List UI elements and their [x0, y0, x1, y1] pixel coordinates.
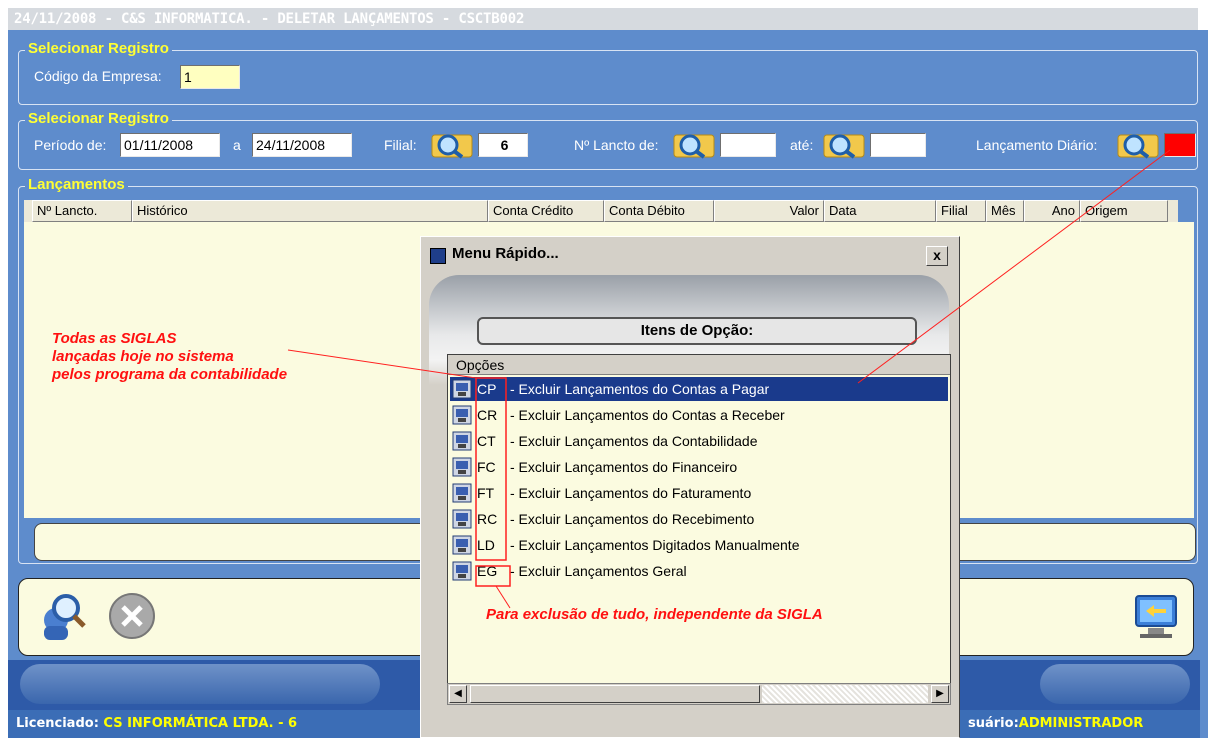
option-desc: - Excluir Lançamentos da Contabilidade: [510, 433, 758, 449]
option-row-cr[interactable]: CR - Excluir Lançamentos do Contas a Rece…: [450, 403, 948, 427]
col-nlancto[interactable]: Nº Lancto.: [32, 200, 132, 222]
periodo-ate-field[interactable]: 24/11/2008: [252, 133, 352, 157]
option-row-cp[interactable]: CP - Excluir Lançamentos do Contas a Paga…: [450, 377, 948, 401]
empresa-label: Código da Empresa:: [34, 68, 162, 84]
col-filial[interactable]: Filial: [936, 200, 986, 222]
option-desc: - Excluir Lançamentos do Contas a Recebe…: [510, 407, 785, 423]
annotation-siglas: Todas as SIGLAS lançadas hoje no sistema…: [52, 330, 287, 384]
filial-lookup-icon[interactable]: [430, 131, 476, 159]
option-row-ct[interactable]: CT - Excluir Lançamentos da Contabilidade: [450, 429, 948, 453]
licenciado-value: CS INFORMÁTICA LTDA. - 6: [103, 716, 298, 731]
usuario-value: ADMINISTRADOR: [1018, 716, 1144, 731]
annotation-siglas-line1: Todas as SIGLAS: [52, 330, 177, 347]
periodo-label: Período de:: [34, 137, 107, 153]
col-origem[interactable]: Origem: [1080, 200, 1168, 222]
annotation-siglas-line3: pelos programa da contabilidade: [52, 366, 288, 383]
option-desc: - Excluir Lançamentos do Faturamento: [510, 485, 752, 501]
col-ano[interactable]: Ano: [1024, 200, 1080, 222]
options-list[interactable]: Opções CP - Excluir Lançamentos do Contas…: [447, 354, 951, 694]
lancamento-diario-lookup-icon[interactable]: [1116, 131, 1162, 159]
scroll-track[interactable]: [762, 685, 928, 703]
licenciado-label: Licenciado:: [16, 716, 99, 731]
licenciado-status: Licenciado: CS INFORMÁTICA LTDA. - 6: [16, 710, 297, 738]
option-code: CR: [477, 407, 498, 423]
periodo-de-field[interactable]: 01/11/2008: [120, 133, 220, 157]
annotation-exclusao: Para exclusão de tudo, independente da S…: [486, 606, 823, 623]
option-desc: - Excluir Lançamentos do Contas a Pagar: [510, 381, 770, 397]
window-title: 24/11/2008 - C&S INFORMATICA. - DELETAR …: [8, 8, 1198, 30]
scroll-left-button[interactable]: ◀: [449, 685, 467, 703]
empresa-field[interactable]: 1: [180, 65, 240, 89]
col-conta-debito[interactable]: Conta Débito: [604, 200, 714, 222]
option-desc: - Excluir Lançamentos do Financeiro: [510, 459, 738, 475]
band-decoration-right: [1040, 664, 1190, 704]
options-caption: Itens de Opção:: [477, 317, 917, 345]
group-filtro-legend: Selecionar Registro: [25, 110, 172, 128]
usuario-status: suário:ADMINISTRADOR: [968, 710, 1143, 738]
close-button[interactable]: x: [926, 246, 948, 266]
option-icon: [452, 379, 472, 399]
scroll-right-button[interactable]: ▶: [931, 685, 949, 703]
col-conta-credito[interactable]: Conta Crédito: [488, 200, 604, 222]
group-empresa-legend: Selecionar Registro: [25, 40, 172, 58]
option-row-fc[interactable]: FC - Excluir Lançamentos do Financeiro: [450, 455, 948, 479]
horizontal-scrollbar[interactable]: ◀ ▶: [447, 683, 951, 705]
option-icon: [452, 561, 472, 581]
scroll-thumb[interactable]: [470, 685, 760, 703]
option-icon: [452, 483, 472, 503]
option-code: RC: [477, 511, 498, 527]
group-lancamentos-legend: Lançamentos: [25, 176, 128, 194]
ate-lookup-icon[interactable]: [822, 131, 868, 159]
usuario-label: suário:: [968, 716, 1019, 731]
option-code: FC: [477, 459, 496, 475]
filial-field[interactable]: 6: [478, 133, 528, 157]
lancto-de-field[interactable]: [720, 133, 776, 157]
cancel-button[interactable]: [106, 590, 158, 642]
lancto-de-lookup-icon[interactable]: [672, 131, 718, 159]
option-icon: [452, 457, 472, 477]
option-icon: [452, 405, 472, 425]
app-icon: [430, 248, 446, 264]
grid-header: Nº Lancto. Histórico Conta Crédito Conta…: [24, 200, 1178, 222]
lancamento-diario-field[interactable]: [1164, 133, 1196, 157]
option-desc: - Excluir Lançamentos Geral: [510, 563, 687, 579]
col-valor[interactable]: Valor: [714, 200, 824, 222]
option-desc: - Excluir Lançamentos Digitados Manualme…: [510, 537, 800, 553]
lancto-de-label: Nº Lancto de:: [574, 137, 659, 153]
filial-label: Filial:: [384, 137, 417, 153]
menu-rapido-dialog: Menu Rápido... x Itens de Opção: Opções …: [420, 236, 960, 738]
col-mes[interactable]: Mês: [986, 200, 1024, 222]
option-icon: [452, 535, 472, 555]
col-historico[interactable]: Histórico: [132, 200, 488, 222]
option-code: CT: [477, 433, 496, 449]
exit-computer-button[interactable]: [1130, 590, 1182, 642]
annotation-siglas-line2: lançadas hoje no sistema: [52, 348, 234, 365]
option-desc: - Excluir Lançamentos do Recebimento: [510, 511, 755, 527]
option-code: FT: [477, 485, 495, 501]
option-code: EG: [477, 563, 498, 579]
ate-label: até:: [790, 137, 814, 153]
a-label: a: [233, 137, 241, 153]
option-row-ft[interactable]: FT - Excluir Lançamentos do Faturamento: [450, 481, 948, 505]
search-user-button[interactable]: [36, 590, 88, 642]
option-icon: [452, 431, 472, 451]
ate-field[interactable]: [870, 133, 926, 157]
options-list-header[interactable]: Opções: [448, 355, 950, 375]
band-decoration-left: [20, 664, 380, 704]
col-data[interactable]: Data: [824, 200, 936, 222]
option-row-ld[interactable]: LD - Excluir Lançamentos Digitados Manual…: [450, 533, 948, 557]
option-row-eg[interactable]: EG - Excluir Lançamentos Geral: [450, 559, 948, 583]
dialog-title: Menu Rápido...: [452, 245, 559, 262]
option-row-rc[interactable]: RC - Excluir Lançamentos do Recebimento: [450, 507, 948, 531]
option-code: LD: [477, 537, 495, 553]
option-icon: [452, 509, 472, 529]
dialog-titlebar[interactable]: Menu Rápido... x: [424, 240, 956, 270]
option-code: CP: [477, 381, 497, 397]
lancamento-diario-label: Lançamento Diário:: [976, 137, 1098, 153]
